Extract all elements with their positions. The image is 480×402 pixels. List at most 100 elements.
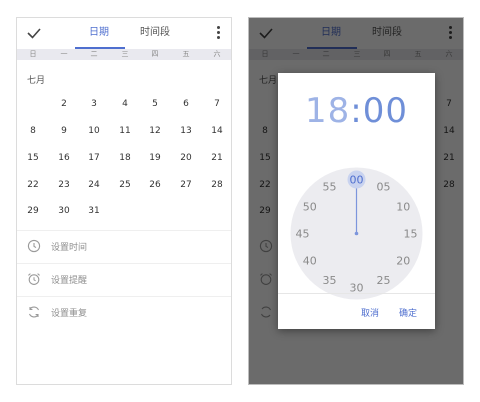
day-number: 2 bbox=[61, 99, 67, 109]
day-number: 30 bbox=[58, 206, 70, 216]
clock-number[interactable]: 00 bbox=[350, 173, 364, 186]
time-display: 18:00 bbox=[278, 91, 435, 131]
clock-number[interactable]: 45 bbox=[296, 227, 310, 240]
clock-number[interactable]: 25 bbox=[377, 274, 391, 287]
day-number: 6 bbox=[183, 99, 189, 109]
clock-icon bbox=[27, 239, 41, 253]
day-cell[interactable]: 23 bbox=[52, 173, 76, 197]
day-cell[interactable]: 11 bbox=[113, 119, 137, 143]
time-picker-dialog: 18:00 00 05 10 15 20 25 30 35 40 45 50 55 取消 确定 bbox=[278, 73, 435, 329]
day-cell[interactable]: 14 bbox=[205, 119, 229, 143]
ok-button[interactable]: 确定 bbox=[399, 306, 417, 319]
day-number: 27 bbox=[180, 180, 192, 190]
day-cell[interactable]: 16 bbox=[52, 146, 76, 170]
day-number: 4 bbox=[122, 99, 128, 109]
day-cell[interactable]: 28 bbox=[205, 173, 229, 197]
confirm-check-icon[interactable] bbox=[26, 23, 42, 43]
day-number: 24 bbox=[88, 180, 100, 190]
clock-number[interactable]: 40 bbox=[303, 254, 317, 267]
clock-number[interactable]: 35 bbox=[323, 274, 337, 287]
clock-number[interactable]: 20 bbox=[396, 254, 410, 267]
set-reminder-option[interactable]: 设置提醒 bbox=[17, 264, 231, 296]
day-number: 21 bbox=[211, 153, 223, 163]
calendar-panel: 日期 时间段 日一二三四五六 七月 1 2 3 4 5 6 7 8 9 10 11 12 13 14 15 1… bbox=[16, 17, 232, 385]
day-number: 11 bbox=[119, 126, 131, 136]
day-number: 18 bbox=[119, 153, 131, 163]
time-separator: : bbox=[350, 91, 363, 131]
day-number: 10 bbox=[88, 126, 100, 136]
dialog-divider bbox=[278, 293, 435, 294]
clock-number[interactable]: 10 bbox=[396, 200, 410, 213]
clock-dial[interactable]: 000510152025303540455055 bbox=[290, 167, 423, 300]
month-label: 七月 bbox=[27, 76, 46, 86]
cancel-button[interactable]: 取消 bbox=[361, 306, 379, 319]
day-number: 1 bbox=[30, 99, 36, 109]
minute-display[interactable]: 00 bbox=[363, 91, 408, 131]
day-cell[interactable]: 20 bbox=[174, 146, 198, 170]
set-repeat-option[interactable]: 设置重复 bbox=[17, 297, 231, 329]
day-cell[interactable]: 26 bbox=[143, 173, 167, 197]
clock-number[interactable]: 50 bbox=[303, 200, 317, 213]
day-cell[interactable]: 9 bbox=[52, 119, 76, 143]
option-label: 设置重复 bbox=[51, 309, 88, 319]
day-cell[interactable]: 5 bbox=[143, 92, 167, 116]
day-cell[interactable]: 29 bbox=[21, 199, 45, 223]
clock-number[interactable]: 55 bbox=[323, 181, 337, 194]
day-number: 15 bbox=[27, 153, 39, 163]
day-cell[interactable]: 19 bbox=[143, 146, 167, 170]
day-cell[interactable]: 17 bbox=[82, 146, 106, 170]
day-number: 12 bbox=[149, 126, 161, 136]
day-number: 5 bbox=[152, 99, 158, 109]
day-cell[interactable]: 3 bbox=[82, 92, 106, 116]
weekday-label: 六 bbox=[213, 50, 221, 58]
day-cell[interactable]: 7 bbox=[205, 92, 229, 116]
day-number: 13 bbox=[180, 126, 192, 136]
hour-display[interactable]: 18 bbox=[305, 91, 350, 131]
day-cell[interactable]: 13 bbox=[174, 119, 198, 143]
top-bar: 日期 时间段 bbox=[17, 18, 231, 49]
day-cell[interactable]: 12 bbox=[143, 119, 167, 143]
day-cell[interactable]: 2 bbox=[52, 92, 76, 116]
weekday-label: 五 bbox=[182, 50, 190, 58]
day-number: 9 bbox=[61, 126, 67, 136]
day-cell[interactable]: 25 bbox=[113, 173, 137, 197]
option-label: 设置时间 bbox=[51, 243, 88, 253]
day-cell[interactable]: 15 bbox=[21, 146, 45, 170]
more-options-icon[interactable] bbox=[215, 26, 221, 42]
day-number: 23 bbox=[58, 180, 70, 190]
day-cell[interactable]: 18 bbox=[113, 146, 137, 170]
day-cell[interactable]: 4 bbox=[113, 92, 137, 116]
day-number: 3 bbox=[91, 99, 97, 109]
tab-date[interactable]: 日期 bbox=[73, 18, 125, 49]
day-cell[interactable]: 27 bbox=[174, 173, 198, 197]
weekday-label: 三 bbox=[121, 50, 129, 58]
day-cell[interactable]: 31 bbox=[82, 199, 106, 223]
day-cell[interactable]: 22 bbox=[21, 173, 45, 197]
day-cell[interactable]: 21 bbox=[205, 146, 229, 170]
selected-day-cell[interactable]: 1 bbox=[21, 92, 45, 116]
option-label: 设置提醒 bbox=[51, 276, 88, 286]
day-number: 20 bbox=[180, 153, 192, 163]
day-number: 29 bbox=[27, 206, 39, 216]
clock-number[interactable]: 05 bbox=[377, 181, 391, 194]
weekday-label: 日 bbox=[29, 50, 37, 58]
clock-center bbox=[354, 231, 359, 236]
clock-number[interactable]: 15 bbox=[404, 227, 418, 240]
weekday-label: 一 bbox=[60, 50, 68, 58]
tab-time-range[interactable]: 时间段 bbox=[127, 18, 183, 49]
alarm-icon bbox=[28, 273, 40, 285]
time-picker-panel: 日期 时间段 日一二三四五六 七月 1234567891011121314151… bbox=[248, 17, 464, 385]
repeat-icon bbox=[28, 306, 40, 318]
day-cell[interactable]: 6 bbox=[174, 92, 198, 116]
day-cell[interactable]: 24 bbox=[82, 173, 106, 197]
day-number: 25 bbox=[119, 180, 131, 190]
day-cell[interactable]: 10 bbox=[82, 119, 106, 143]
set-time-option[interactable]: 设置时间 bbox=[17, 231, 231, 263]
day-cell[interactable]: 30 bbox=[52, 199, 76, 223]
day-number: 14 bbox=[211, 126, 223, 136]
weekday-label: 四 bbox=[151, 50, 159, 58]
day-number: 7 bbox=[214, 99, 220, 109]
day-cell[interactable]: 8 bbox=[21, 119, 45, 143]
day-number: 19 bbox=[149, 153, 161, 163]
day-number: 28 bbox=[211, 180, 223, 190]
